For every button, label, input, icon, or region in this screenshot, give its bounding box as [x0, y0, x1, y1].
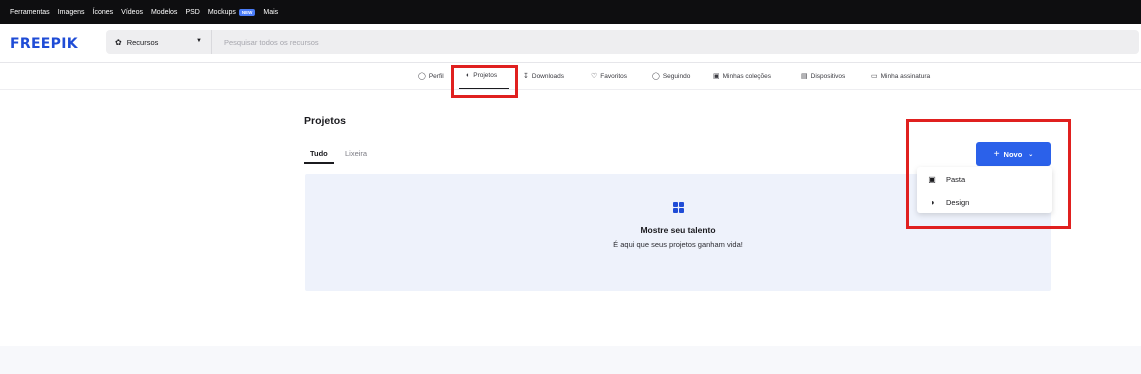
download-icon: ↧	[523, 73, 529, 80]
new-button-label: Novo	[1003, 149, 1023, 159]
new-button[interactable]: + Novo ⌄	[976, 142, 1051, 166]
tab-downloads-label: Downloads	[531, 72, 565, 80]
top-navigation-bar: Ferramentas Imagens Ícones Vídeos Modelo…	[0, 0, 1141, 24]
new-dropdown-menu: ▣ Pasta ◑ Design	[917, 167, 1052, 213]
laptop-icon: ▤	[801, 73, 808, 80]
palette-icon: ◑	[929, 197, 935, 207]
tab-seguindo-label: Seguindo	[662, 72, 691, 80]
tab-projetos[interactable]: ◐ Projetos	[466, 72, 497, 79]
tab-projetos-label: Projetos	[473, 72, 498, 79]
menu-item-pasta[interactable]: ▣ Pasta	[917, 168, 1052, 190]
tab-perfil-label: Perfil	[428, 72, 444, 80]
plus-icon: +	[993, 148, 1000, 160]
resources-icon: ✿	[115, 37, 122, 47]
nav-imagens[interactable]: Imagens	[58, 9, 85, 16]
folder-plus-icon: ▣	[928, 174, 936, 184]
profile-tabs: ◯ Perfil ◐ Projetos ↧ Downloads ♡ Favori…	[0, 63, 1141, 90]
tab-minhas-colecoes[interactable]: ▣ Minhas coleções	[713, 72, 772, 81]
tab-dispositivos-label: Dispositivos	[810, 72, 846, 80]
tab-perfil[interactable]: ◯ Perfil	[418, 72, 444, 81]
nav-ferramentas[interactable]: Ferramentas	[10, 9, 50, 16]
tab-favoritos[interactable]: ♡ Favoritos	[591, 72, 628, 81]
tab-lixeira[interactable]: Lixeira	[345, 149, 367, 158]
nav-mockups[interactable]: Mockups NEW	[207, 8, 256, 16]
freepik-logo[interactable]: FREEPIK	[10, 36, 78, 52]
tab-dispositivos[interactable]: ▤ Dispositivos	[801, 72, 846, 81]
menu-item-design-label: Design	[946, 197, 970, 207]
page-title: Projetos	[304, 115, 347, 127]
card-icon: ▭	[871, 73, 878, 80]
nav-mais[interactable]: Mais	[263, 9, 278, 16]
tabs-divider	[0, 89, 1141, 90]
footer-band	[0, 346, 1141, 374]
empty-state-subtitle: É aqui que seus projetos ganham vida!	[613, 240, 743, 249]
tab-tudo[interactable]: Tudo	[310, 149, 328, 158]
nav-videos[interactable]: Vídeos	[121, 9, 143, 16]
search-input[interactable]	[224, 30, 824, 54]
menu-item-design[interactable]: ◑ Design	[917, 191, 1052, 213]
tab-downloads[interactable]: ↧ Downloads	[523, 72, 565, 81]
resource-type-label: Recursos	[126, 37, 159, 47]
resource-type-select[interactable]: ✿ Recursos ▼	[106, 30, 212, 54]
search-bar: ✿ Recursos ▼	[106, 30, 1139, 54]
tab-colecoes-label: Minhas coleções	[722, 72, 772, 80]
grid-icon	[673, 202, 684, 213]
chevron-down-icon: ⌄	[1028, 151, 1034, 158]
folder-icon: ▣	[713, 73, 720, 80]
nav-psd[interactable]: PSD	[185, 9, 199, 16]
caret-down-icon: ▼	[196, 38, 202, 44]
heart-icon: ♡	[591, 73, 598, 80]
tab-assinatura-label: Minha assinatura	[880, 72, 931, 80]
nav-icones[interactable]: Ícones	[93, 9, 114, 16]
header: FREEPIK ✿ Recursos ▼	[0, 24, 1141, 62]
tab-minha-assinatura[interactable]: ▭ Minha assinatura	[871, 72, 931, 81]
content-tab-indicator	[304, 162, 334, 164]
empty-state-title: Mostre seu talento	[640, 225, 716, 235]
user-follow-icon: ◯	[652, 73, 660, 80]
new-badge: NEW	[238, 8, 256, 16]
menu-item-pasta-label: Pasta	[946, 174, 966, 184]
user-icon: ◯	[418, 73, 426, 80]
nav-modelos[interactable]: Modelos	[151, 9, 177, 16]
nav-mockups-label: Mockups	[207, 8, 236, 16]
tab-seguindo[interactable]: ◯ Seguindo	[652, 72, 691, 81]
tab-favoritos-label: Favoritos	[600, 72, 628, 80]
projects-icon: ◐	[466, 72, 471, 79]
